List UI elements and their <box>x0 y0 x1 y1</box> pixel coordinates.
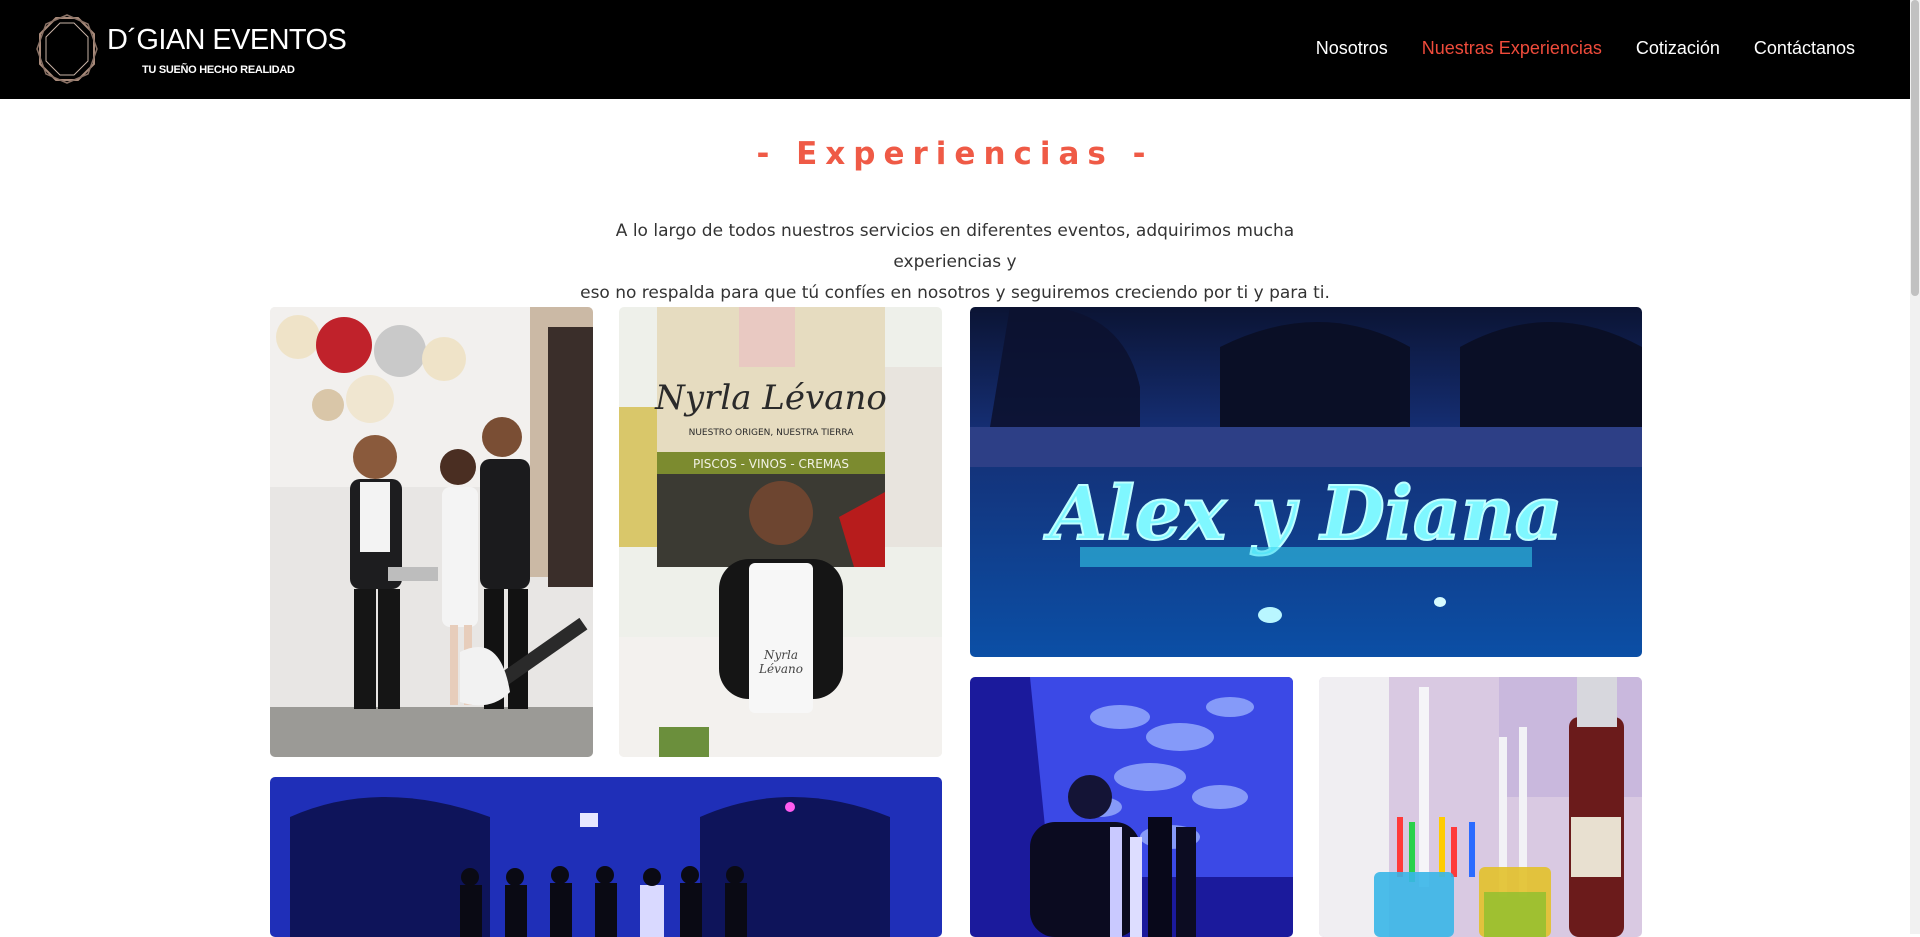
apron-text-2: Lévano <box>758 662 803 676</box>
photo-team-couple-image <box>270 307 593 757</box>
site-header: D´GIAN EVENTOS TU SUEÑO HECHO REALIDAD N… <box>0 0 1910 99</box>
nav-link-experiencias[interactable]: Nuestras Experiencias <box>1422 38 1602 59</box>
scrollbar-thumb[interactable] <box>1911 0 1919 296</box>
gallery-photo-bartender[interactable] <box>970 677 1293 937</box>
brand-title: D´GIAN EVENTOS <box>107 24 347 56</box>
intro-line-1: A lo largo de todos nuestros servicios e… <box>615 221 1295 272</box>
gallery-photo-drinks[interactable] <box>1319 677 1642 937</box>
pool-sign-text: Alex y Diana <box>1043 471 1562 557</box>
gallery-photo-nyrla-levano[interactable]: Nyrla Lévano NUESTRO ORIGEN, NUESTRA TIE… <box>619 307 942 757</box>
photo-bartender-image <box>970 677 1293 937</box>
page-scrollbar[interactable] <box>1910 0 1920 934</box>
gallery-photo-pool-sign[interactable]: Alex y Diana <box>970 307 1642 657</box>
apron-text-1: Nyrla <box>763 648 798 662</box>
nav-link-nosotros[interactable]: Nosotros <box>1316 38 1388 59</box>
nav-link-contactanos[interactable]: Contáctanos <box>1754 38 1855 59</box>
section-intro: A lo largo de todos nuestros servicios e… <box>560 216 1350 309</box>
banner-products-text: PISCOS - VINOS - CREMAS <box>693 457 849 471</box>
main-nav: Nosotros Nuestras Experiencias Cotizació… <box>1316 38 1855 59</box>
brand-tagline: TU SUEÑO HECHO REALIDAD <box>142 64 295 76</box>
gallery-photo-team-night[interactable] <box>270 777 942 937</box>
photo-nyrla-levano-image: Nyrla Lévano NUESTRO ORIGEN, NUESTRA TIE… <box>619 307 942 757</box>
photo-pool-sign-image: Alex y Diana <box>970 307 1642 657</box>
photo-drinks-image <box>1319 677 1642 937</box>
banner-tagline-text: NUESTRO ORIGEN, NUESTRA TIERRA <box>689 428 855 438</box>
section-title: - Experiencias - <box>756 136 1154 172</box>
brand-logo[interactable]: D´GIAN EVENTOS TU SUEÑO HECHO REALIDAD <box>36 14 347 86</box>
intro-line-2: eso no respalda para que tú confíes en n… <box>580 283 1330 303</box>
nav-link-cotizacion[interactable]: Cotización <box>1636 38 1720 59</box>
banner-brand-text: Nyrla Lévano <box>654 378 887 418</box>
photo-team-night-image <box>270 777 942 937</box>
logo-octagon-icon <box>36 14 98 84</box>
gallery-photo-team-couple[interactable] <box>270 307 593 757</box>
